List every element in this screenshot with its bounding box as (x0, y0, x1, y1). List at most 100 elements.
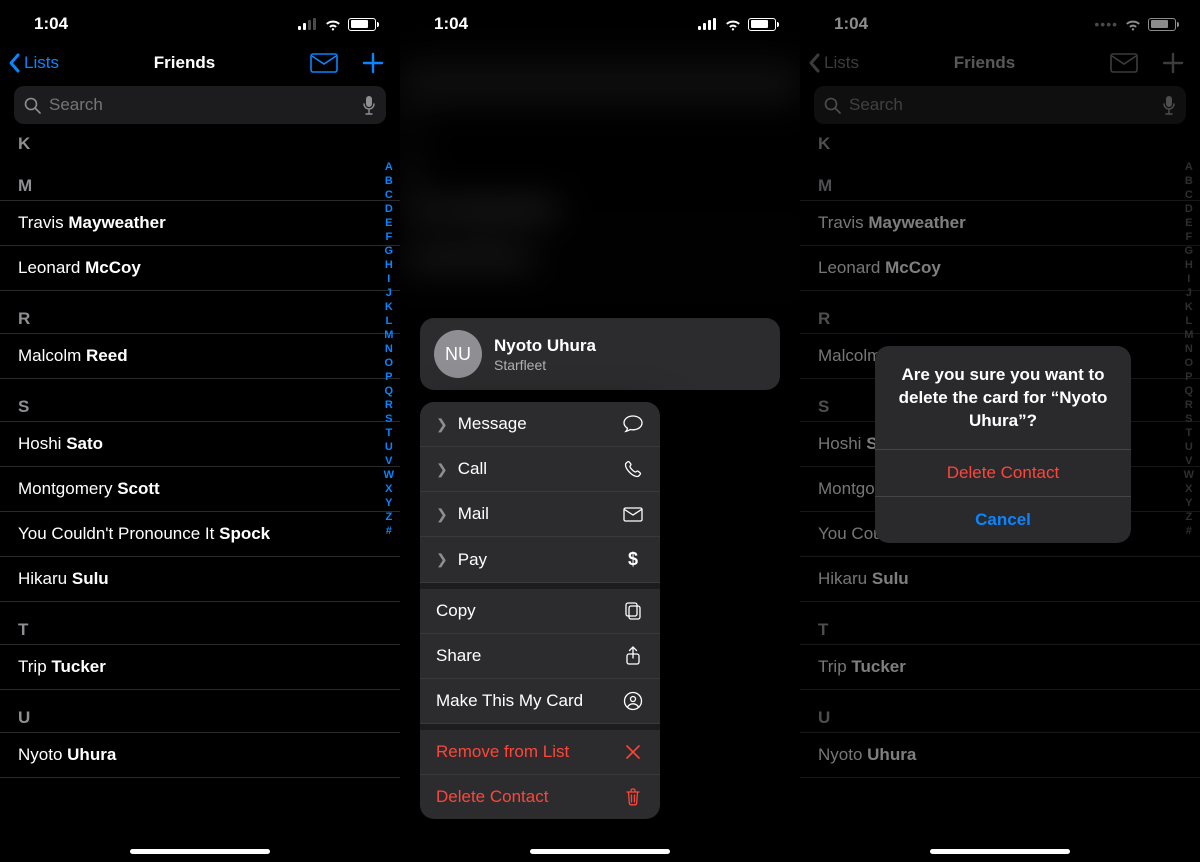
index-letter[interactable]: X (385, 482, 392, 496)
alphabet-index[interactable]: ABCDEFGHIJKLMNOPQRSTUVWXYZ# (380, 160, 398, 538)
index-letter[interactable]: U (385, 440, 393, 454)
context-menu: ❯Message ❯Call ❯Mail ❯Pay $ Copy Share M… (420, 402, 660, 819)
index-letter[interactable]: H (385, 258, 393, 272)
home-indicator[interactable] (930, 849, 1070, 854)
envelope-icon (622, 507, 644, 522)
menu-share[interactable]: Share (420, 634, 660, 679)
contact-row[interactable]: Hoshi Sato (0, 421, 400, 467)
index-letter[interactable]: I (387, 272, 390, 286)
wifi-icon (724, 18, 742, 31)
menu-call[interactable]: ❯Call (420, 447, 660, 492)
index-letter[interactable]: G (385, 244, 394, 258)
chevron-right-icon: ❯ (436, 461, 448, 478)
home-indicator[interactable] (130, 849, 270, 854)
page-title: Friends (154, 53, 215, 73)
menu-remove-from-list[interactable]: Remove from List (420, 730, 660, 775)
menu-mail[interactable]: ❯Mail (420, 492, 660, 537)
delete-alert: Are you sure you want to delete the card… (875, 346, 1131, 543)
contact-row[interactable]: Trip Tucker (0, 644, 400, 690)
chevron-right-icon: ❯ (436, 551, 448, 568)
search-field[interactable] (14, 86, 386, 124)
screenshot-contacts-list: 1:04 Lists Friends (0, 0, 400, 862)
menu-delete-contact[interactable]: Delete Contact (420, 775, 660, 819)
index-letter[interactable]: S (385, 412, 392, 426)
battery-icon (748, 18, 776, 31)
index-letter[interactable]: Q (385, 384, 394, 398)
section-header: M (0, 172, 400, 200)
status-time: 1:04 (434, 14, 468, 34)
menu-pay[interactable]: ❯Pay $ (420, 537, 660, 583)
index-letter[interactable]: V (385, 454, 392, 468)
index-letter[interactable]: E (385, 216, 392, 230)
index-letter[interactable]: M (384, 328, 393, 342)
status-time: 1:04 (34, 14, 68, 34)
back-label: Lists (24, 53, 59, 73)
menu-message[interactable]: ❯Message (420, 402, 660, 447)
battery-icon (348, 18, 376, 31)
index-letter[interactable]: J (386, 286, 392, 300)
home-indicator[interactable] (530, 849, 670, 854)
copy-icon (622, 601, 644, 621)
cellular-icon (298, 18, 318, 30)
alert-message: Are you sure you want to delete the card… (875, 346, 1131, 449)
status-icons (298, 18, 376, 31)
share-icon (622, 646, 644, 666)
avatar: NU (434, 330, 482, 378)
section-header: K (0, 130, 400, 158)
menu-copy[interactable]: Copy (420, 589, 660, 634)
index-letter[interactable]: L (385, 314, 392, 328)
contact-row[interactable]: Travis Mayweather (0, 200, 400, 246)
index-letter[interactable]: A (385, 160, 393, 174)
person-circle-icon (622, 691, 644, 711)
mic-icon[interactable] (362, 95, 376, 115)
add-icon[interactable] (362, 52, 384, 74)
chevron-right-icon: ❯ (436, 506, 448, 523)
mail-icon[interactable] (310, 53, 338, 73)
x-icon (622, 744, 644, 760)
index-letter[interactable]: B (385, 174, 393, 188)
contact-row[interactable]: You Couldn't Pronounce It Spock (0, 512, 400, 557)
contact-preview-card[interactable]: NU Nyoto Uhura Starfleet (420, 318, 780, 390)
index-letter[interactable]: W (384, 468, 394, 482)
section-header: R (0, 305, 400, 333)
screenshot-delete-alert: 1:04 •••• Lists Friends (800, 0, 1200, 862)
preview-name: Nyoto Uhura (494, 336, 596, 356)
search-icon (24, 97, 41, 114)
trash-icon (622, 788, 644, 806)
index-letter[interactable]: Z (385, 510, 392, 524)
index-letter[interactable]: C (385, 188, 393, 202)
index-letter[interactable]: D (385, 202, 393, 216)
index-letter[interactable]: P (385, 370, 392, 384)
search-input[interactable] (49, 95, 354, 115)
status-bar: 1:04 (0, 0, 400, 40)
index-letter[interactable]: K (385, 300, 393, 314)
alert-delete-button[interactable]: Delete Contact (875, 449, 1131, 496)
index-letter[interactable]: N (385, 342, 393, 356)
alert-cancel-button[interactable]: Cancel (875, 496, 1131, 543)
contact-row[interactable]: Hikaru Sulu (0, 557, 400, 602)
index-letter[interactable]: O (385, 356, 394, 370)
wifi-icon (324, 18, 342, 31)
index-letter[interactable]: # (386, 524, 392, 538)
section-header: T (0, 616, 400, 644)
index-letter[interactable]: T (385, 426, 392, 440)
contact-row[interactable]: Leonard McCoy (0, 246, 400, 291)
index-letter[interactable]: F (385, 230, 392, 244)
contact-row[interactable]: Nyoto Uhura (0, 732, 400, 778)
status-icons (698, 18, 776, 31)
preview-subtitle: Starfleet (494, 357, 596, 373)
contact-row[interactable]: Montgomery Scott (0, 467, 400, 512)
speech-bubble-icon (622, 415, 644, 433)
back-button[interactable]: Lists (8, 52, 59, 74)
menu-make-my-card[interactable]: Make This My Card (420, 679, 660, 724)
index-letter[interactable]: R (385, 398, 393, 412)
contact-row[interactable]: Malcolm Reed (0, 333, 400, 379)
section-header: S (0, 393, 400, 421)
chevron-left-icon (8, 52, 22, 74)
chevron-right-icon: ❯ (436, 416, 448, 433)
section-header: U (0, 704, 400, 732)
index-letter[interactable]: Y (385, 496, 392, 510)
cellular-icon (698, 18, 718, 30)
screenshot-context-menu: K M Travis Mayweather Leonard McCoy 1:04… (400, 0, 800, 862)
status-bar: 1:04 (400, 0, 800, 40)
